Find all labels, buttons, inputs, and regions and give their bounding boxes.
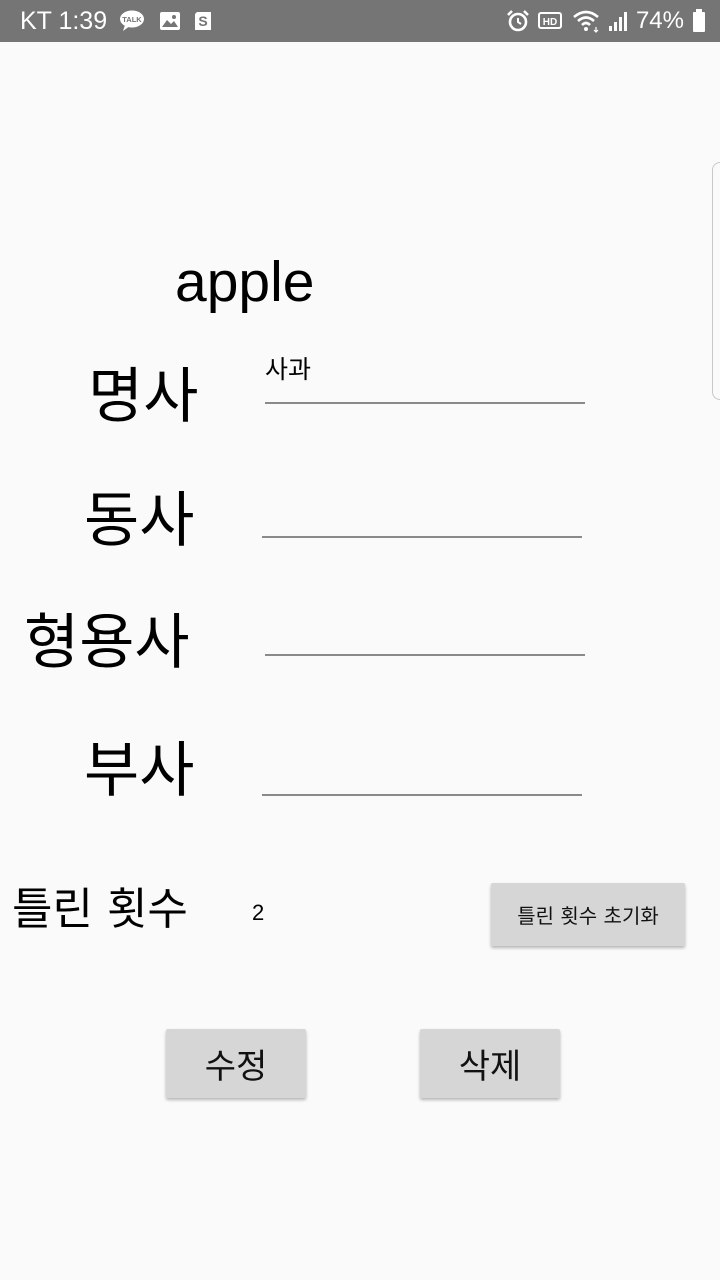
noun-label: 명사 [88,362,199,432]
adverb-field[interactable] [262,794,582,796]
signal-icon [608,10,628,32]
s-app-icon: S [193,10,213,32]
battery-icon [692,9,706,32]
talk-badge-text: TALK [122,15,142,24]
status-right-group: HD 74% [506,0,706,42]
wrong-count-label: 틀린 횟수 [12,884,188,935]
delete-button[interactable]: 삭제 [420,1029,560,1098]
hd-badge-text: HD [543,17,557,28]
word-title: apple [175,250,315,314]
image-icon [159,10,181,32]
adjective-field[interactable] [265,654,585,656]
battery-percent: 74% [635,7,684,34]
edit-button[interactable]: 수정 [166,1029,306,1098]
carrier-time: KT 1:39 [20,6,108,35]
verb-label: 동사 [84,486,195,556]
edge-panel-handle[interactable] [712,162,720,400]
alarm-icon [506,10,530,32]
wrong-count-value: 2 [252,900,265,925]
wifi-icon [572,10,600,33]
status-left-group: KT 1:39 TALK S [20,0,213,42]
status-bar: KT 1:39 TALK S HD 74% [0,0,720,42]
noun-field[interactable] [265,402,585,404]
adjective-label: 형용사 [24,608,190,678]
verb-field[interactable] [262,536,582,538]
adverb-label: 부사 [84,736,195,806]
reset-wrong-count-button[interactable]: 틀린 횟수 초기화 [491,883,685,946]
noun-field-value[interactable]: 사과 [265,354,311,386]
svg-text:S: S [198,13,207,29]
talk-icon: TALK [119,10,147,32]
hd-icon: HD [537,10,564,32]
